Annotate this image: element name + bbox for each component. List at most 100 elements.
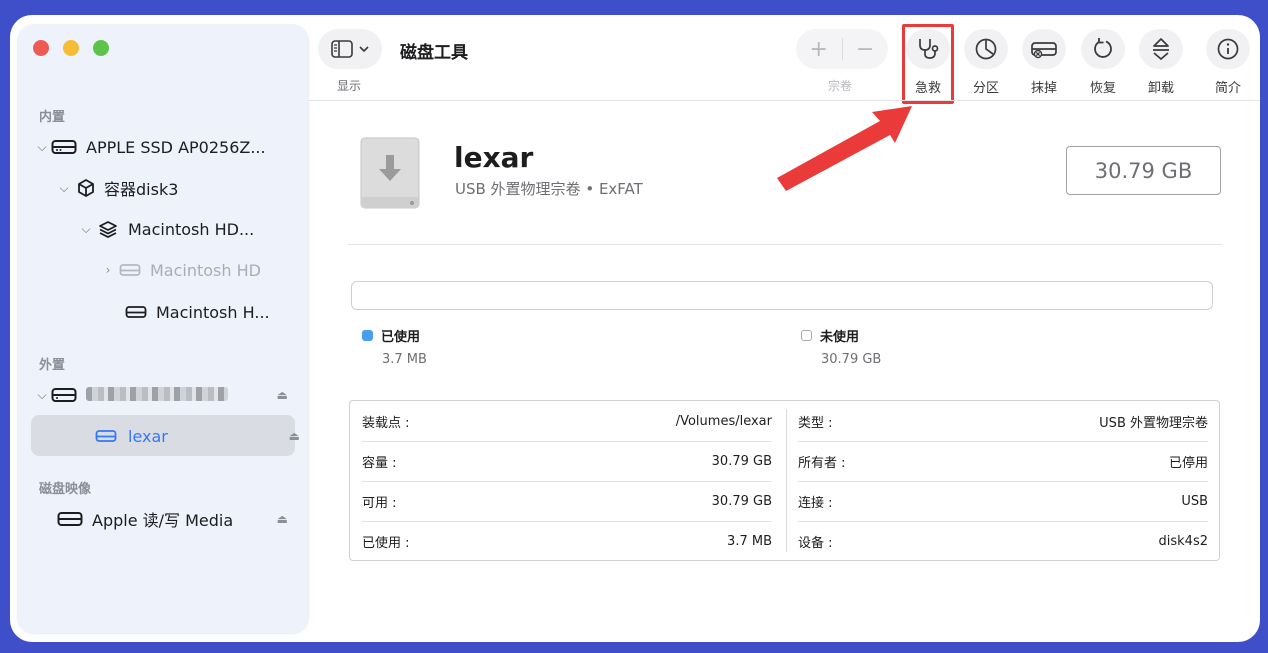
eject-icon[interactable]: ⏏	[277, 388, 288, 402]
external-disk-icon	[50, 386, 78, 404]
info-key: 可用 :	[362, 495, 397, 511]
unmount-button[interactable]	[1139, 29, 1183, 69]
container-icon	[72, 178, 100, 198]
pie-chart-icon	[975, 38, 997, 60]
erase-button[interactable]	[1022, 29, 1066, 69]
sidebar-item-label: Apple 读/写 Media	[92, 511, 234, 530]
drive-icon	[56, 510, 84, 528]
info-value: 已停用	[1168, 455, 1208, 471]
sidebar-item-apple-media[interactable]: Apple 读/写 Media ⏏	[56, 500, 304, 538]
info-row-capacity: 容量 : 30.79 GB	[362, 441, 772, 481]
internal-disk-icon	[50, 138, 78, 156]
info-value: 30.79 GB	[711, 493, 772, 509]
main-panel: 显示 磁盘工具 + − 宗卷 急救 分区 抹掉 恢复 卸载 简介 lexar U…	[308, 15, 1260, 642]
restore-button[interactable]	[1081, 29, 1125, 69]
info-value: USB	[1181, 493, 1208, 509]
used-value: 3.7 MB	[382, 352, 427, 367]
partition-button[interactable]	[964, 29, 1008, 69]
eject-icon[interactable]: ⏏	[277, 512, 288, 526]
sidebar-item-label: Macintosh H...	[156, 302, 270, 322]
chevron-down-icon[interactable]: ⌵	[34, 388, 50, 403]
section-internal: 内置	[39, 110, 66, 125]
sidebar-item-apple-ssd[interactable]: ⌵ APPLE SSD AP0256Z...	[34, 128, 266, 166]
volume-name: lexar	[454, 141, 534, 174]
legend-free: 未使用	[801, 326, 859, 345]
info-table: 装载点 : /Volumes/lexar 容量 : 30.79 GB 可用 : …	[349, 400, 1220, 561]
section-disk-images: 磁盘映像	[39, 482, 92, 497]
volume-size-badge: 30.79 GB	[1066, 146, 1221, 195]
sidebar: 内置 ⌵ APPLE SSD AP0256Z... ⌵ 容器disk3 ⌵ Ma…	[18, 25, 308, 633]
header-divider	[348, 244, 1222, 245]
sidebar-item-external-disk[interactable]: ⌵ ⏏	[34, 376, 304, 414]
usage-bar	[351, 281, 1213, 310]
info-value: 3.7 MB	[727, 533, 772, 549]
eject-icon[interactable]: ⏏	[289, 429, 300, 443]
info-button[interactable]	[1206, 29, 1250, 69]
add-volume-button[interactable]: +	[796, 37, 842, 62]
free-swatch	[801, 330, 812, 341]
used-swatch	[362, 330, 373, 341]
info-key: 类型 :	[798, 415, 833, 431]
sidebar-toggle-icon	[331, 40, 353, 58]
volume-add-remove-group: + −	[796, 29, 888, 69]
sidebar-item-macintosh-hd-data[interactable]: Macintosh H...	[122, 293, 270, 331]
sidebar-item-label: lexar	[128, 426, 168, 446]
chevron-down-icon[interactable]: ⌵	[78, 222, 94, 237]
info-row-connection: 连接 : USB	[798, 481, 1208, 521]
info-key: 所有者 :	[798, 455, 846, 471]
info-key: 连接 :	[798, 495, 833, 511]
info-key: 已使用 :	[362, 535, 410, 551]
zoom-window-button[interactable]	[93, 40, 109, 56]
info-key: 装载点 :	[362, 415, 410, 431]
sidebar-item-label: Macintosh HD	[150, 260, 261, 280]
drive-icon	[122, 305, 150, 319]
info-row-mount-point: 装载点 : /Volumes/lexar	[362, 401, 772, 441]
info-row-type: 类型 : USB 外置物理宗卷	[798, 401, 1208, 441]
sidebar-item-macintosh-hd[interactable]: › Macintosh HD	[100, 251, 261, 289]
info-row-device: 设备 : disk4s2	[798, 521, 1208, 561]
remove-volume-button[interactable]: −	[843, 37, 889, 62]
chevron-right-icon[interactable]: ›	[100, 263, 116, 277]
erase-label: 抹掉	[1030, 81, 1057, 96]
restore-icon	[1094, 38, 1112, 58]
volume-stack-icon	[94, 219, 122, 239]
disk-utility-window: 内置 ⌵ APPLE SSD AP0256Z... ⌵ 容器disk3 ⌵ Ma…	[10, 15, 1260, 642]
close-window-button[interactable]	[33, 40, 49, 56]
restore-label: 恢复	[1089, 81, 1116, 96]
info-value: /Volumes/lexar	[675, 413, 772, 429]
drive-icon	[116, 263, 144, 277]
volume-label: 宗卷	[828, 79, 853, 93]
partition-label: 分区	[972, 81, 999, 96]
toolbar-divider	[308, 100, 1260, 101]
info-key: 容量 :	[362, 455, 397, 471]
info-key: 设备 :	[798, 535, 833, 551]
redacted-disk-name	[86, 386, 228, 405]
info-row-owners: 所有者 : 已停用	[798, 441, 1208, 481]
section-external: 外置	[39, 358, 66, 373]
erase-disk-icon	[1031, 42, 1057, 59]
sidebar-item-lexar[interactable]: lexar ⏏	[92, 417, 304, 455]
chevron-down-icon	[359, 46, 369, 53]
first-aid-highlight-box	[902, 24, 954, 104]
minimize-window-button[interactable]	[63, 40, 79, 56]
info-label: 简介	[1214, 81, 1241, 96]
sidebar-item-container[interactable]: ⌵ 容器disk3	[56, 169, 178, 207]
app-title: 磁盘工具	[400, 43, 468, 63]
info-value: disk4s2	[1158, 533, 1208, 549]
unmount-icon	[1153, 38, 1169, 61]
volume-description: USB 外置物理宗卷 • ExFAT	[455, 180, 643, 198]
info-row-used: 已使用 : 3.7 MB	[362, 521, 772, 561]
legend-used: 已使用	[362, 326, 420, 345]
free-value: 30.79 GB	[821, 352, 882, 367]
info-row-available: 可用 : 30.79 GB	[362, 481, 772, 521]
unmount-label: 卸载	[1147, 81, 1174, 96]
sidebar-item-macintosh-hd-group[interactable]: ⌵ Macintosh HD...	[78, 210, 254, 248]
info-value: 30.79 GB	[711, 453, 772, 469]
chevron-down-icon[interactable]: ⌵	[34, 140, 50, 155]
sidebar-item-label: APPLE SSD AP0256Z...	[86, 137, 266, 157]
usb-drive-icon	[360, 137, 420, 209]
chevron-down-icon[interactable]: ⌵	[56, 181, 72, 196]
info-icon	[1217, 38, 1239, 60]
view-button[interactable]	[318, 29, 382, 69]
info-value: USB 外置物理宗卷	[1099, 415, 1208, 431]
